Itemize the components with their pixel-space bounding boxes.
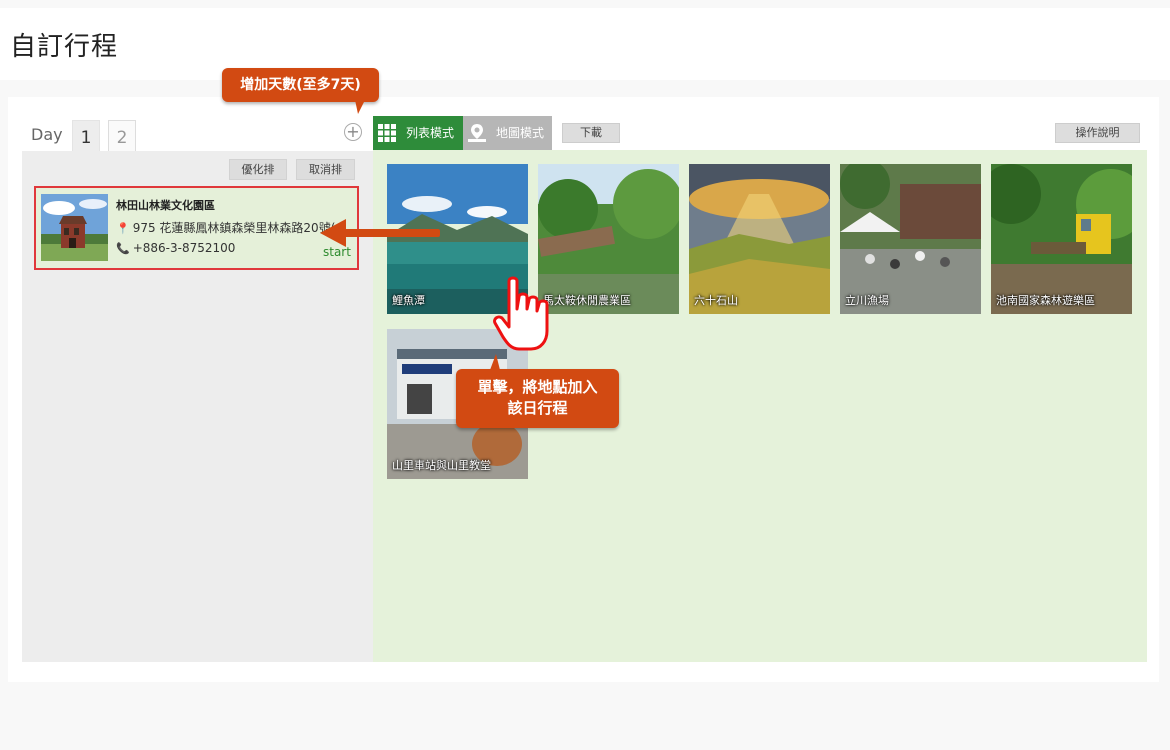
arrow-left-icon: [320, 219, 440, 247]
entry-phone: 📞 +886-3-8752100: [116, 241, 235, 255]
phone-icon: 📞: [116, 242, 130, 255]
entry-address-text: 975 花蓮縣鳳林鎮森榮里林森路20號(大: [132, 221, 344, 235]
entry-address: 📍 975 花蓮縣鳳林鎮森榮里林森路20號(大: [116, 219, 344, 236]
grid-icon: [378, 124, 396, 142]
entry-thumbnail: [41, 194, 108, 261]
day-tab-2[interactable]: 2: [108, 120, 136, 151]
itinerary-entry[interactable]: 林田山林業文化園區 📍 975 花蓮縣鳳林鎮森榮里林森路20號(大 📞 +886-3…: [34, 186, 359, 270]
click-to-add-callout: 單擊，將地點加入 該日行程: [456, 369, 619, 428]
attraction-tile[interactable]: 六十石山: [689, 164, 830, 314]
day-label: Day: [31, 125, 63, 144]
add-day-plus-circle-icon[interactable]: +: [344, 123, 362, 141]
attraction-name: 馬太鞍休閒農業區: [543, 294, 631, 307]
day-tab-1[interactable]: 1: [72, 120, 100, 151]
page-title: 自訂行程: [10, 32, 119, 62]
hand-pointer-icon: [493, 276, 549, 351]
entry-start-tag: start: [323, 245, 351, 259]
map-pin-icon: [468, 124, 486, 142]
list-mode-label: 列表模式: [406, 126, 455, 140]
attraction-name: 六十石山: [694, 294, 738, 307]
download-button[interactable]: 下載: [562, 123, 620, 143]
help-button[interactable]: 操作說明: [1055, 123, 1140, 143]
attraction-name: 山里車站與山里教堂: [392, 459, 491, 472]
attraction-name: 鯉魚潭: [392, 294, 425, 307]
list-mode-button[interactable]: 列表模式: [373, 116, 463, 150]
attraction-tile[interactable]: 池南國家森林遊樂區: [991, 164, 1132, 314]
header-bar: [0, 8, 1170, 80]
add-days-callout: 增加天數(至多7天): [222, 68, 379, 102]
entry-phone-text: +886-3-8752100: [132, 241, 236, 255]
callout-pointer: [490, 354, 500, 370]
map-mode-button[interactable]: 地圖模式: [463, 116, 552, 150]
callout-line-2: 該日行程: [507, 399, 568, 417]
location-pin-icon: 📍: [116, 222, 130, 235]
cancel-button[interactable]: 取消排: [296, 159, 355, 180]
callout-pointer: [355, 100, 365, 114]
attraction-tile[interactable]: 馬太鞍休閒農業區: [538, 164, 679, 314]
entry-name: 林田山林業文化園區: [116, 199, 215, 212]
callout-line-1: 單擊，將地點加入: [477, 378, 598, 396]
attraction-name: 立川漁場: [845, 294, 889, 307]
attraction-tile[interactable]: 立川漁場: [840, 164, 981, 314]
map-mode-label: 地圖模式: [496, 126, 545, 140]
attraction-name: 池南國家森林遊樂區: [996, 294, 1095, 307]
optimize-button[interactable]: 優化排: [229, 159, 287, 180]
